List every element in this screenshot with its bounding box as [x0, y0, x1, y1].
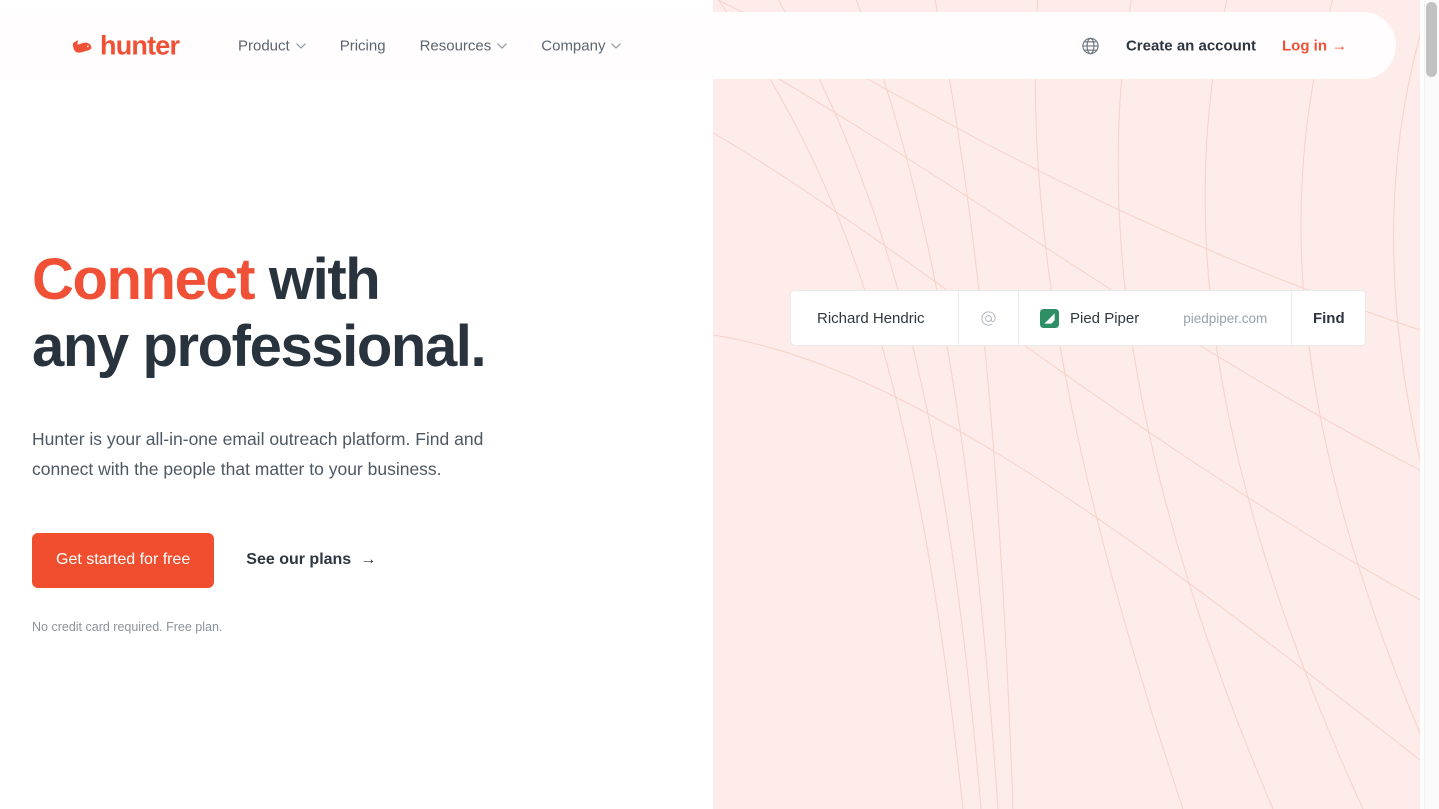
hero-subheading: Hunter is your all-in-one email outreach…	[32, 428, 484, 479]
arrow-right-icon: →	[1332, 37, 1347, 54]
headline-accent-word: Connect	[32, 247, 256, 312]
cta-fineprint: No credit card required. Free plan.	[32, 619, 223, 634]
login-link[interactable]: Log in →	[1282, 37, 1347, 54]
get-started-button[interactable]: Get started for free	[32, 532, 215, 588]
header-actions: Create an account Log in →	[1081, 36, 1347, 55]
company-field[interactable]: Pied Piper	[1019, 291, 1139, 345]
find-button-label: Find	[1312, 309, 1345, 327]
brand-logo[interactable]: hunter	[71, 30, 180, 60]
see-plans-label: See our plans	[246, 551, 352, 569]
pied-piper-logo-icon	[1040, 308, 1059, 328]
chevron-down-icon	[611, 42, 622, 49]
see-plans-link[interactable]: See our plans →	[246, 551, 376, 569]
page-title: Connect with any professional.	[32, 246, 692, 381]
at-sign-icon	[981, 310, 996, 326]
nav-item-resources-label: Resources	[419, 37, 492, 54]
nav-item-resources[interactable]: Resources	[420, 37, 508, 54]
domain-field: piedpiper.com	[1139, 291, 1291, 345]
headline-line-two: any professional.	[32, 314, 487, 380]
arrow-right-icon: →	[360, 551, 377, 569]
vertical-scrollbar[interactable]	[1424, 0, 1439, 809]
nav-item-product[interactable]: Product	[238, 37, 306, 54]
nav-item-pricing[interactable]: Pricing	[340, 37, 386, 54]
page-root: hunter Product Pricing Resources Company…	[0, 0, 1439, 809]
nav-item-pricing-label: Pricing	[339, 37, 386, 54]
chevron-down-icon	[295, 42, 306, 49]
main-navigation: hunter Product Pricing Resources Company…	[0, 12, 1396, 79]
cta-row: Get started for free See our plans →	[32, 532, 692, 588]
nav-item-company[interactable]: Company	[541, 37, 622, 54]
domain-value: piedpiper.com	[1183, 310, 1268, 326]
nav-item-company-label: Company	[541, 37, 606, 54]
hero-illustration-panel	[713, 0, 1420, 809]
company-value: Pied Piper	[1070, 309, 1140, 327]
full-name-value: Richard Hendric	[817, 309, 925, 327]
find-button[interactable]: Find	[1291, 291, 1365, 345]
brand-name: hunter	[100, 30, 180, 60]
at-separator	[958, 291, 1019, 345]
full-name-field[interactable]: Richard Hendric	[791, 291, 958, 345]
create-account-link[interactable]: Create an account	[1126, 37, 1256, 54]
nav-item-product-label: Product	[238, 37, 290, 54]
globe-icon[interactable]	[1081, 36, 1100, 55]
decorative-line-pattern	[713, 0, 1420, 809]
nav-link-list: Product Pricing Resources Company	[238, 37, 622, 54]
chevron-down-icon	[497, 42, 508, 49]
hunter-animal-head-icon	[73, 40, 92, 53]
site-header: hunter Product Pricing Resources Company…	[0, 12, 1396, 79]
headline-rest: with	[254, 247, 381, 312]
scrollbar-thumb[interactable]	[1426, 2, 1437, 77]
hero-section: Connect with any professional. Hunter is…	[32, 246, 692, 634]
email-finder-widget: Richard Hendric Pied Piper piedpiper.com…	[790, 290, 1367, 346]
login-label: Log in	[1282, 37, 1327, 54]
